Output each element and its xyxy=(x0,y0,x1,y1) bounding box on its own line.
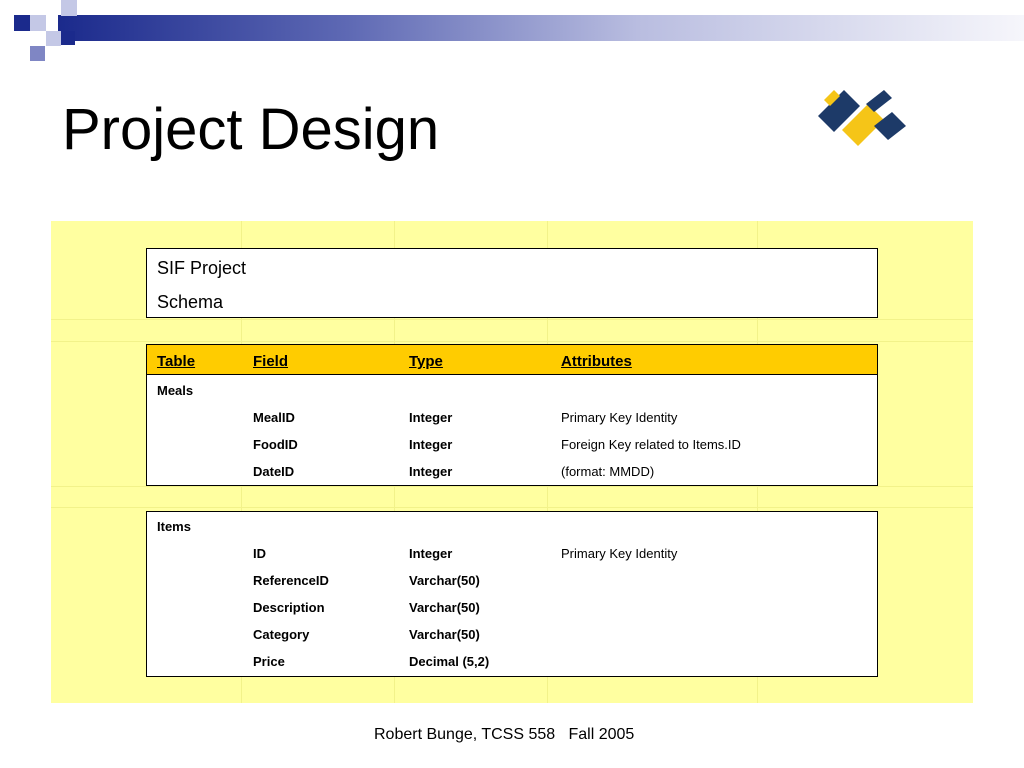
column-header-type: Type xyxy=(409,353,443,370)
schema-label: Schema xyxy=(157,292,224,312)
items-table: Items ID Integer Primary Key Identity Re… xyxy=(146,511,878,677)
type-cell: Integer xyxy=(409,410,453,425)
attribute-cell: Foreign Key related to Items.ID xyxy=(561,437,741,452)
field-cell: Description xyxy=(253,600,325,615)
table-name-items: Items xyxy=(157,519,191,534)
attribute-cell: Primary Key Identity xyxy=(561,410,678,425)
schema-title-box: SIF Project Schema xyxy=(146,248,878,318)
corner-square-light xyxy=(30,15,46,31)
type-cell: Integer xyxy=(409,464,453,479)
table-name-meals: Meals xyxy=(157,383,194,398)
type-cell: Integer xyxy=(409,546,453,561)
type-cell: Varchar(50) xyxy=(409,600,480,615)
column-header-row: Table Field Type Attributes xyxy=(146,344,878,375)
field-cell: FoodID xyxy=(253,437,298,452)
type-cell: Varchar(50) xyxy=(409,573,480,588)
field-cell: ID xyxy=(253,546,266,561)
field-cell: Price xyxy=(253,654,285,669)
project-label: SIF Project xyxy=(157,258,247,278)
type-cell: Integer xyxy=(409,437,453,452)
header-band xyxy=(58,15,1024,41)
column-header-attributes: Attributes xyxy=(561,353,632,370)
corner-square-light xyxy=(46,31,61,46)
corner-square-navy xyxy=(61,31,75,45)
column-header-table: Table xyxy=(157,353,196,370)
logo-icon xyxy=(818,90,906,146)
corner-square-light xyxy=(61,0,77,16)
attribute-cell: Primary Key Identity xyxy=(561,546,678,561)
field-cell: DateID xyxy=(253,464,295,479)
attribute-cell: (format: MMDD) xyxy=(561,464,655,479)
field-cell: ReferenceID xyxy=(253,573,329,588)
corner-square-navy xyxy=(14,15,30,31)
corner-square-mid xyxy=(30,46,45,61)
type-cell: Varchar(50) xyxy=(409,627,480,642)
field-cell: Category xyxy=(253,627,310,642)
slide-title: Project Design xyxy=(62,97,440,162)
column-header-field: Field xyxy=(253,353,289,370)
type-cell: Decimal (5,2) xyxy=(409,654,490,669)
slide-footer: Robert Bunge, TCSS 558 Fall 2005 xyxy=(374,726,635,743)
field-cell: MealID xyxy=(253,410,295,425)
meals-table: Meals MealID Integer Primary Key Identit… xyxy=(146,374,878,486)
